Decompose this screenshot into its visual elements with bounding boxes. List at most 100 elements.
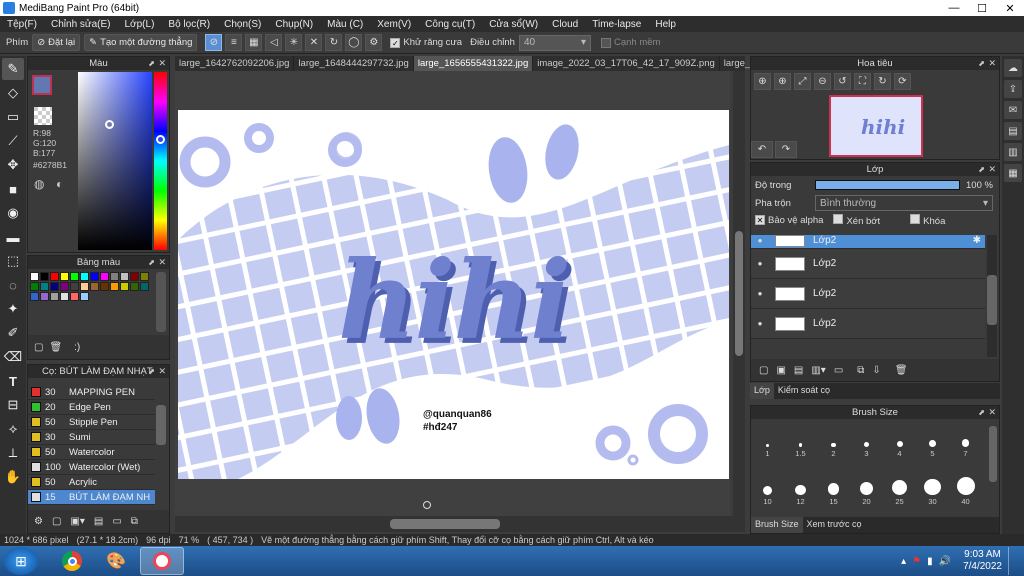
palette-swatch[interactable] [140,282,149,291]
network-icon[interactable]: ▮ [927,556,933,567]
fullscreen-icon[interactable]: ⛶ [854,73,871,90]
paint-app-icon[interactable]: 🎨 [96,548,136,574]
palette-swatch[interactable] [100,272,109,281]
tray-arrow-icon[interactable]: ▴ [901,556,906,567]
tab-doc-4[interactable]: image_2022_03_17T06_42_17_909Z.png [533,56,720,71]
gear-icon[interactable]: ✱ [973,235,981,246]
select-eraser-tool-icon[interactable]: ⌫ [2,346,24,368]
palette-scrollbar[interactable] [156,272,166,332]
palette-swatch[interactable] [80,282,89,291]
palette-swatch[interactable] [60,282,69,291]
divide-tool-icon[interactable]: ⊟ [2,394,24,416]
fit-icon[interactable]: ⤢ [794,73,811,90]
menu-file[interactable]: Tệp(F) [0,19,44,30]
select-tool-icon[interactable]: ⬚ [2,250,24,272]
color-picker-icon[interactable]: ◐ [56,177,63,191]
menu-filter[interactable]: Bộ lọc(R) [161,19,217,30]
hue-handle[interactable] [156,135,165,144]
material-icon[interactable]: ▤ [1004,122,1022,140]
chat-icon[interactable]: ✉ [1004,101,1022,119]
brush-item[interactable]: 15 BÚT LÀM ĐẠM NH [28,490,155,505]
pin-icon[interactable]: ⬈ [978,163,985,176]
close-icon[interactable]: ✕ [158,57,166,70]
lasso-tool-icon[interactable]: ◌ [2,274,24,296]
brush-size-option[interactable]: 7 [949,420,982,458]
menu-help[interactable]: Help [648,19,683,30]
layer-row[interactable]: ● Lớp2 [751,279,985,309]
maximize-button[interactable]: ☐ [968,2,996,15]
canvas[interactable]: hihi @quanquan86 #hđ247 [178,110,729,479]
palette-swatch[interactable] [60,292,69,301]
saturation-value-box[interactable] [78,72,152,250]
hand-tool-icon[interactable]: ✋ [2,466,24,488]
add-layer-dropdown-icon[interactable]: ▥▾ [811,365,825,376]
redo-icon[interactable]: ↷ [775,141,797,158]
palette-swatch[interactable] [130,272,139,281]
copy-brush-icon[interactable]: ⧉ [131,516,138,527]
brush-item[interactable]: 30 MAPPING PEN [28,385,155,400]
tab-doc-2[interactable]: large_1648444297732.jpg [294,56,414,71]
tab-brush-size[interactable]: Brush Size [751,517,803,533]
folder-icon[interactable]: ▭ [834,365,843,376]
palette-swatch[interactable] [30,292,39,301]
brush-item[interactable]: 30 Sumi [28,430,155,445]
new-layer-1bit-icon[interactable]: ▤ [794,365,803,376]
antialias-checkbox[interactable]: ✓ Khử răng cưa [390,37,462,48]
close-button[interactable]: ✕ [996,2,1024,15]
palette-swatch[interactable] [140,272,149,281]
cloud-icon[interactable]: ☁ [1004,59,1022,77]
snap-perspective-icon[interactable]: ◁ [265,34,283,51]
menu-view[interactable]: Xem(V) [370,19,418,30]
palette-swatch[interactable] [30,282,39,291]
text-tool-icon[interactable]: T [2,370,24,392]
pin-icon[interactable]: ⬈ [978,57,985,70]
pin-icon[interactable]: ⬈ [148,365,155,378]
snap-curve-icon[interactable]: ↻ [325,34,343,51]
ruler-tool-icon[interactable]: ⟂ [2,442,24,464]
palette-swatch[interactable] [40,292,49,301]
palette-swatch[interactable] [40,282,49,291]
brush-size-option[interactable]: 12 [784,468,817,506]
palette-swatch[interactable] [50,292,59,301]
brush-scrollbar[interactable] [156,405,166,445]
close-icon[interactable]: ✕ [158,256,166,269]
comic-icon[interactable]: ▦ [1004,164,1022,182]
reset-view-icon[interactable]: ⟳ [894,73,911,90]
straight-line-button[interactable]: ✎ Tạo một đường thẳng [84,34,198,51]
tray-flag-icon[interactable]: ⚑ [912,556,921,567]
add-palette-icon[interactable]: ▢ [34,342,43,353]
navigator-preview[interactable]: hihi [829,95,923,157]
pin-icon[interactable]: ⬈ [148,57,155,70]
snap-settings-icon[interactable]: ⚙ [365,34,383,51]
minimize-button[interactable]: — [940,2,968,15]
brush-size-option[interactable]: 1.5 [784,420,817,458]
new-layer-icon[interactable]: ▢ [759,365,768,376]
brush-item[interactable]: 100 Watercolor (Wet) [28,460,155,475]
brush-size-option[interactable]: 20 [850,468,883,506]
menu-snap[interactable]: Chụp(N) [268,19,320,30]
zoom-out-icon[interactable]: ⊖ [814,73,831,90]
reset-button[interactable]: ⊘ Đặt lại [32,34,81,51]
zoom-in-icon[interactable]: ⊕ [754,73,771,90]
brush-item[interactable]: 50 Watercolor [28,445,155,460]
magic-wand-tool-icon[interactable]: ✦ [2,298,24,320]
snap-off-icon[interactable]: ⊘ [205,34,223,51]
transparent-color-swatch[interactable] [34,107,52,125]
brush-item[interactable]: 50 Acrylic [28,475,155,490]
eyedropper-tool-icon[interactable]: ⟡ [2,418,24,440]
fill-rect-tool-icon[interactable]: ■ [2,178,24,200]
start-button-icon[interactable]: ⊞ [4,547,38,575]
snap-grid-icon[interactable]: ▦ [245,34,263,51]
document-icon[interactable]: ▥ [1004,143,1022,161]
canvas-area[interactable]: hihi @quanquan86 #hđ247 [175,71,730,528]
hue-slider[interactable] [154,72,167,250]
palette-swatch[interactable] [30,272,39,281]
brush-size-option[interactable]: 10 [751,468,784,506]
undo-icon[interactable]: ↶ [751,141,773,158]
palette-swatch[interactable] [60,272,69,281]
show-desktop-button[interactable] [1008,547,1018,575]
layer-row[interactable]: ● Lớp2 [751,249,985,279]
palette-swatch[interactable] [110,282,119,291]
brush-size-scrollbar[interactable] [989,426,997,482]
palette-swatch[interactable] [90,272,99,281]
